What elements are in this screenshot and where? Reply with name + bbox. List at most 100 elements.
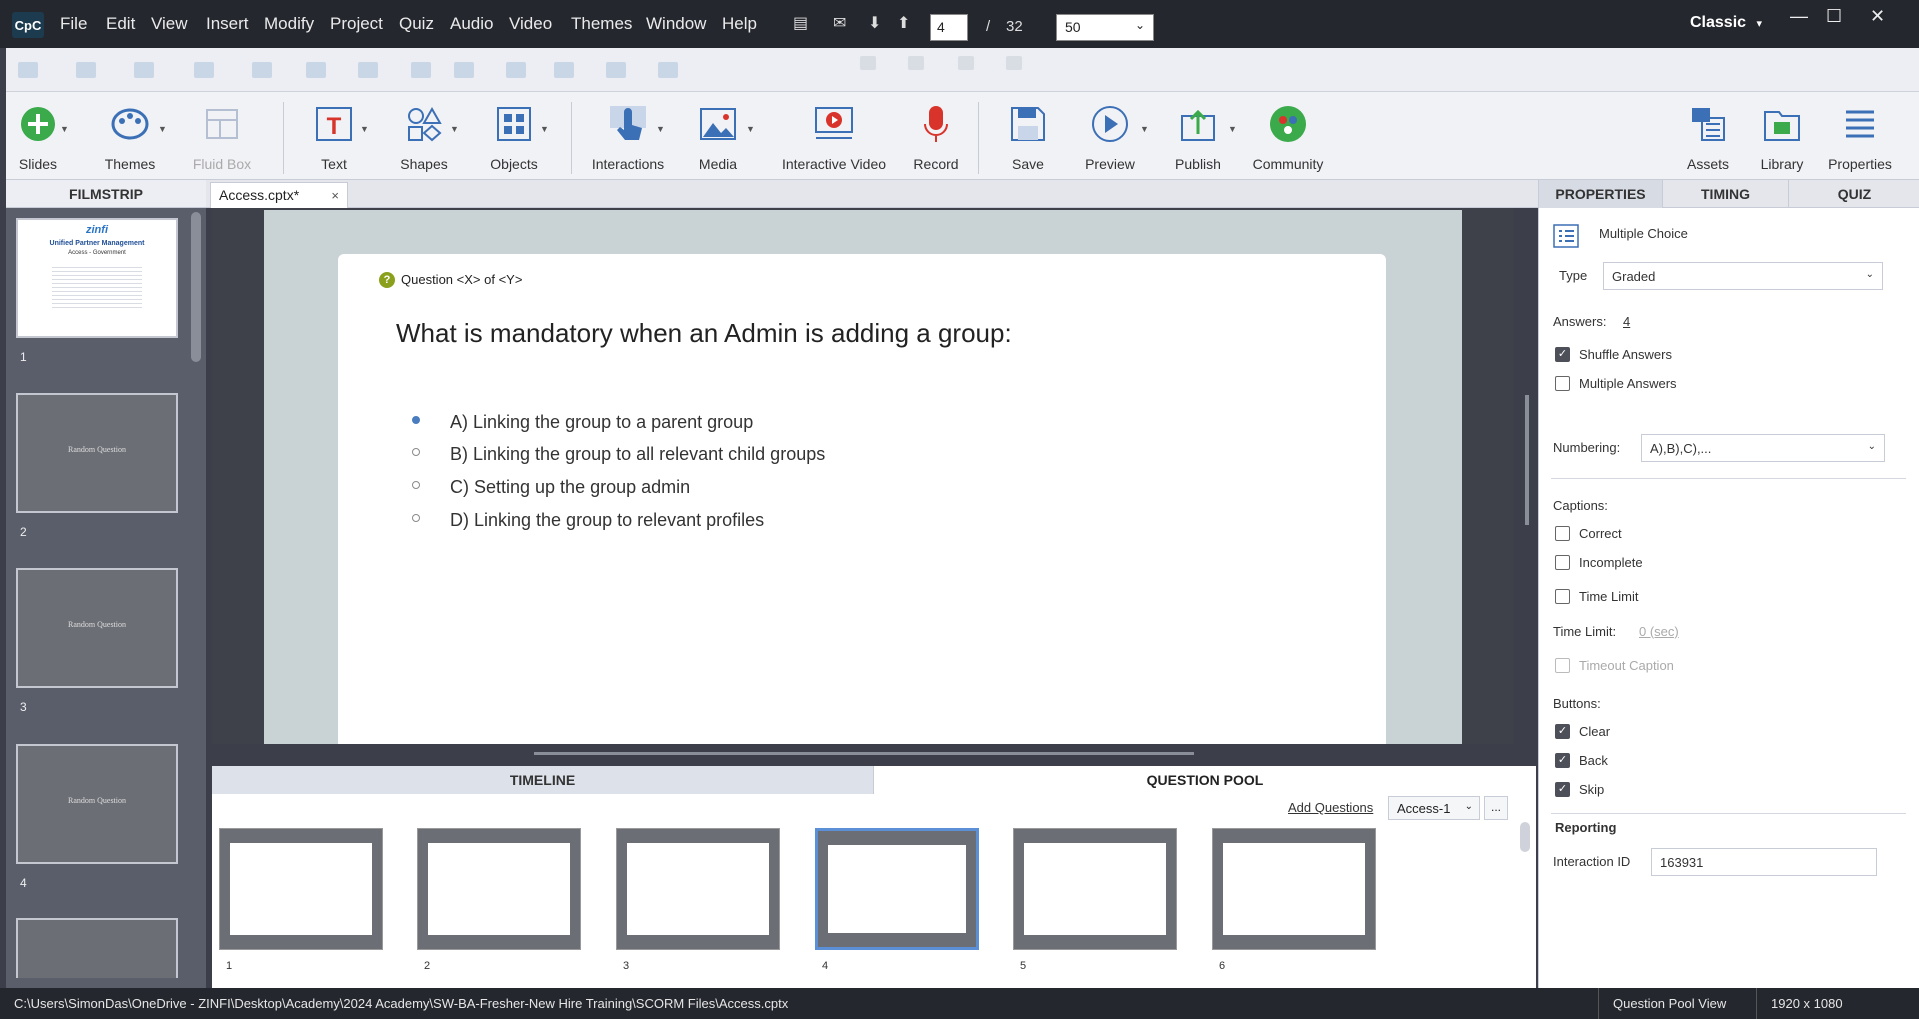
center-horizontal-icon[interactable] [606,62,626,78]
menu-audio[interactable]: Audio [450,14,493,34]
tool-publish[interactable]: ▼ Publish [1150,98,1246,178]
pool-question-thumb[interactable] [417,828,581,950]
center-vertical-icon[interactable] [658,62,678,78]
answer-radio-c[interactable] [412,481,420,489]
send-backward-icon[interactable] [908,56,924,70]
pool-question-thumb[interactable] [219,828,383,950]
correct-caption-checkbox[interactable] [1555,526,1570,541]
tab-timeline[interactable]: TIMELINE [212,766,874,794]
filmstrip-slide-3[interactable]: Random Question [16,568,178,688]
menu-file[interactable]: File [60,14,87,34]
tool-interactions[interactable]: ▼ Interactions [580,98,676,178]
question-text[interactable]: What is mandatory when an Admin is addin… [396,318,1012,349]
incomplete-caption-checkbox[interactable] [1555,555,1570,570]
tool-text[interactable]: T ▼ Text [286,98,382,178]
filmstrip-slide-2[interactable]: Random Question [16,393,178,513]
tab-quiz[interactable]: QUIZ [1789,180,1919,208]
tool-media[interactable]: ▼ Media [670,98,766,178]
tab-properties[interactable]: PROPERTIES [1539,180,1663,208]
pool-question-thumb-selected[interactable] [815,828,979,950]
clear-button-checkbox[interactable]: ✓ [1555,724,1570,739]
stage-horizontal-scrollbar[interactable] [534,752,1194,755]
tool-slides[interactable]: ▼ Slides [0,98,86,178]
bring-forward-icon[interactable] [860,56,876,70]
type-select[interactable]: Graded ⌄ [1603,262,1883,290]
arrow-down-icon[interactable]: ⬇ [868,13,881,33]
answer-option-b[interactable]: B) Linking the group to all relevant chi… [450,444,825,465]
tab-question-pool[interactable]: QUESTION POOL [874,766,1536,794]
resize-both-icon[interactable] [554,62,574,78]
answer-option-c[interactable]: C) Setting up the group admin [450,477,690,498]
maximize-button[interactable]: ☐ [1826,6,1842,27]
time-limit-value[interactable]: 0 (sec) [1639,624,1679,639]
minimize-button[interactable]: — [1790,6,1808,27]
close-tab-icon[interactable]: × [331,188,339,203]
tool-fluid-box[interactable]: Fluid Box [174,98,270,178]
pool-scrollbar[interactable] [1520,822,1530,852]
filmstrip-slide-4[interactable]: Random Question [16,744,178,864]
answer-option-d[interactable]: D) Linking the group to relevant profile… [450,510,764,531]
filmstrip-scrollbar[interactable] [191,212,201,362]
tool-interactive-video[interactable]: Interactive Video [776,98,892,178]
answer-radio-a[interactable] [412,416,420,424]
menu-insert[interactable]: Insert [206,14,249,34]
menu-edit[interactable]: Edit [106,14,135,34]
menu-view[interactable]: View [151,14,188,34]
tool-record[interactable]: Record [888,98,984,178]
multiple-answers-checkbox[interactable] [1555,376,1570,391]
stage-vertical-scrollbar[interactable] [1525,395,1529,525]
menu-window[interactable]: Window [646,14,706,34]
resize-width-icon[interactable] [454,62,474,78]
tab-timing[interactable]: TIMING [1663,180,1789,208]
numbering-select[interactable]: A),B),C),... ⌄ [1641,434,1885,462]
menu-project[interactable]: Project [330,14,383,34]
resize-height-icon[interactable] [506,62,526,78]
interaction-id-input[interactable]: 163931 [1651,848,1877,876]
pool-question-thumb[interactable] [1212,828,1376,950]
pool-options-button[interactable]: ... [1484,796,1508,820]
menu-video[interactable]: Video [509,14,552,34]
menu-themes[interactable]: Themes [571,14,632,34]
align-middle-icon[interactable] [252,62,272,78]
skip-button-checkbox[interactable]: ✓ [1555,782,1570,797]
answers-count[interactable]: 4 [1623,314,1630,329]
align-left-icon[interactable] [18,62,38,78]
filmstrip-slide-5[interactable] [16,918,178,978]
group-icon[interactable] [958,56,974,70]
answer-option-a[interactable]: A) Linking the group to a parent group [450,412,753,433]
time-limit-checkbox[interactable] [1555,589,1570,604]
arrow-up-icon[interactable]: ⬆ [897,13,910,33]
add-questions-link[interactable]: Add Questions [1288,800,1373,815]
answer-radio-b[interactable] [412,448,420,456]
tool-properties[interactable]: Properties [1812,98,1908,178]
shuffle-answers-checkbox[interactable]: ✓ [1555,347,1570,362]
menu-help[interactable]: Help [722,14,757,34]
tool-shapes[interactable]: ▼ Shapes [376,98,472,178]
menu-quiz[interactable]: Quiz [399,14,434,34]
align-center-icon[interactable] [76,62,96,78]
align-bottom-icon[interactable] [306,62,326,78]
page-number-input[interactable]: 4 [930,14,968,41]
document-tab[interactable]: Access.cptx* × [210,182,348,208]
timeout-caption-checkbox[interactable] [1555,658,1570,673]
question-counter[interactable]: Question <X> of <Y> [401,272,522,287]
align-right-icon[interactable] [134,62,154,78]
captions-icon[interactable]: ▤ [793,13,808,33]
tool-themes[interactable]: ▼ Themes [82,98,178,178]
ungroup-icon[interactable] [1006,56,1022,70]
pool-question-thumb[interactable] [1013,828,1177,950]
distribute-horizontal-icon[interactable] [358,62,378,78]
workspace-switcher[interactable]: Classic ▾ [1690,14,1762,32]
pool-question-thumb[interactable] [616,828,780,950]
menu-modify[interactable]: Modify [264,14,314,34]
filmstrip-slide-1[interactable]: zinfi Unified Partner Management Access … [16,218,178,338]
close-button[interactable]: ✕ [1870,6,1885,27]
mail-icon[interactable]: ✉ [833,13,846,33]
tool-preview[interactable]: ▼ Preview [1062,98,1158,178]
zoom-select[interactable]: 50 ⌄ [1056,14,1154,41]
tool-objects[interactable]: ▼ Objects [466,98,562,178]
align-top-icon[interactable] [194,62,214,78]
question-pool-select[interactable]: Access-1 ⌄ [1388,796,1480,820]
tool-community[interactable]: Community [1240,98,1336,178]
distribute-vertical-icon[interactable] [411,62,431,78]
